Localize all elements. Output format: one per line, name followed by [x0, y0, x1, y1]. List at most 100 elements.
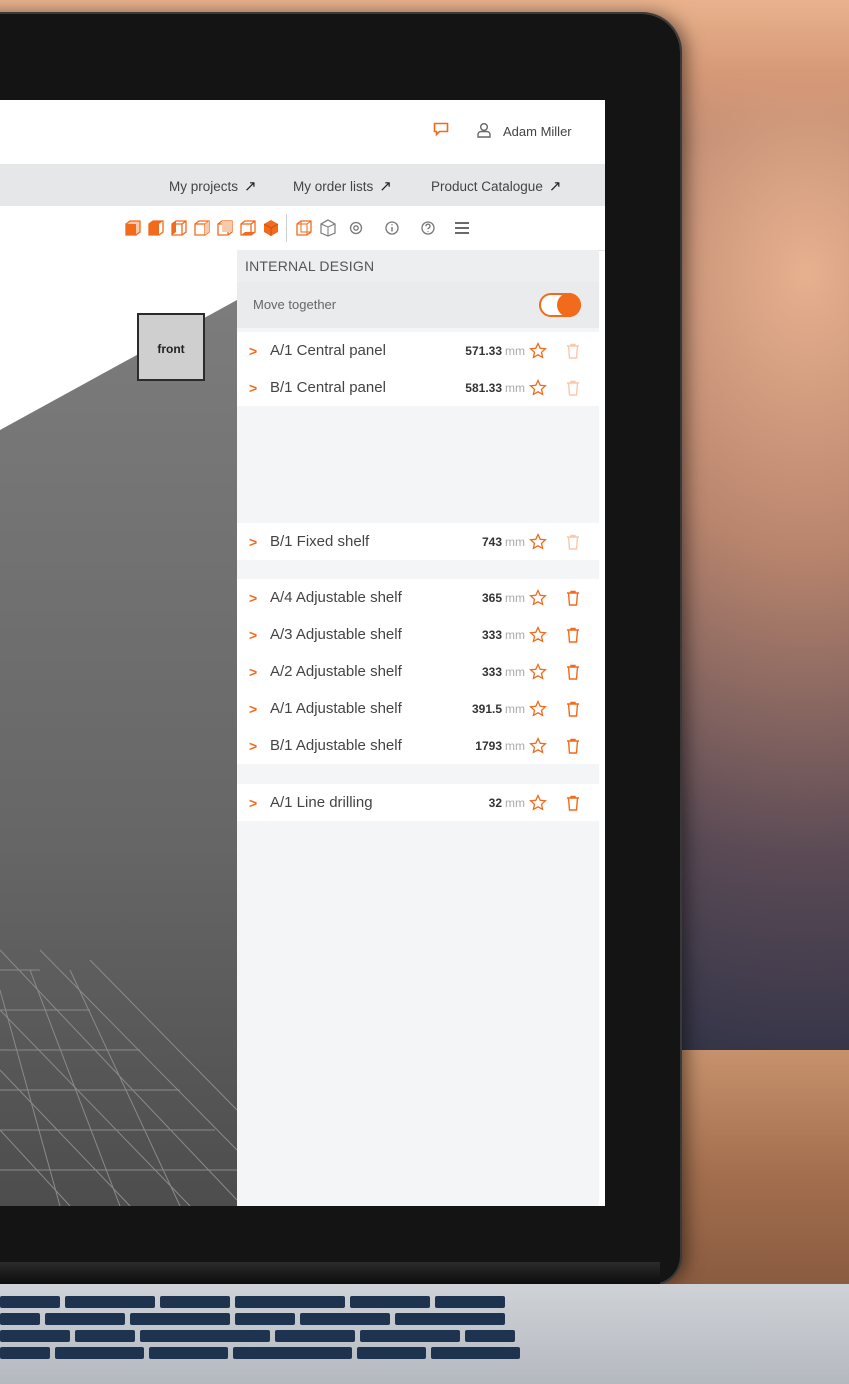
item-unit: mm: [505, 664, 525, 679]
external-link-icon: ↗: [548, 178, 562, 195]
item-value-number: 333: [481, 627, 502, 642]
wireframe-view-icon[interactable]: [294, 218, 314, 238]
trash-icon[interactable]: [566, 701, 580, 717]
trash-icon[interactable]: [566, 627, 580, 643]
move-together-label: Move together: [253, 297, 337, 312]
3d-scene: [0, 300, 237, 1206]
chevron-right-icon[interactable]: >: [249, 795, 257, 811]
user-icon[interactable]: [476, 122, 492, 138]
star-icon[interactable]: [529, 532, 547, 551]
item-value-number: 743: [481, 534, 502, 549]
item-group-adjustable-shelves: > A/4 Adjustable shelf 365 mm > A/3 Adjus…: [237, 579, 599, 764]
laptop-hinge: [0, 1262, 660, 1284]
list-item[interactable]: > A/4 Adjustable shelf 365 mm: [237, 579, 599, 616]
chevron-right-icon[interactable]: >: [249, 343, 257, 359]
list-item[interactable]: > A/2 Adjustable shelf 333 mm: [237, 653, 599, 690]
item-unit: mm: [505, 701, 525, 716]
item-value-number: 571.33: [465, 343, 502, 358]
star-icon[interactable]: [529, 736, 547, 755]
list-item[interactable]: > B/1 Adjustable shelf 1793 mm: [237, 727, 599, 764]
item-value-number: 1793: [475, 738, 502, 753]
move-together-row: Move together: [237, 282, 599, 328]
item-value-number: 581.33: [465, 380, 502, 395]
item-unit: mm: [505, 627, 525, 642]
nav-link-product-catalogue[interactable]: Product Catalogue ↗: [431, 177, 561, 195]
chevron-right-icon[interactable]: >: [249, 701, 257, 717]
item-unit: mm: [505, 343, 525, 358]
perspective-view-icon[interactable]: [318, 218, 338, 238]
item-value: 333 mm: [482, 665, 525, 679]
item-value: 32 mm: [489, 796, 525, 810]
item-name: A/1 Line drilling: [270, 794, 373, 811]
item-unit: mm: [505, 534, 525, 549]
chevron-right-icon[interactable]: >: [249, 627, 257, 643]
star-icon[interactable]: [529, 341, 547, 360]
item-name: A/3 Adjustable shelf: [270, 626, 402, 643]
list-item[interactable]: > B/1 Central panel 581.33 mm: [237, 369, 599, 406]
trash-icon: [567, 380, 579, 396]
trash-icon[interactable]: [566, 795, 580, 811]
cube-front-view-icon[interactable]: [123, 218, 143, 238]
star-icon[interactable]: [529, 699, 547, 718]
move-together-toggle[interactable]: [539, 293, 581, 317]
user-name[interactable]: Adam Miller: [503, 124, 572, 139]
item-name: A/2 Adjustable shelf: [270, 663, 402, 680]
view-toolbar: [0, 206, 605, 251]
nav-link-label: Product Catalogue: [431, 178, 543, 194]
cube-top-view-icon[interactable]: [146, 218, 166, 238]
list-item[interactable]: > A/1 Central panel 571.33 mm: [237, 332, 599, 369]
item-name: A/1 Adjustable shelf: [270, 700, 402, 717]
item-group-fixed-shelves: > B/1 Fixed shelf 743 mm: [237, 523, 599, 560]
item-value: 333 mm: [482, 628, 525, 642]
trash-icon[interactable]: [566, 590, 580, 606]
chat-icon[interactable]: [433, 122, 449, 136]
list-item[interactable]: > B/1 Fixed shelf 743 mm: [237, 523, 599, 560]
cube-right-view-icon[interactable]: [192, 218, 212, 238]
floor-plane: [0, 300, 237, 1206]
item-name: A/1 Central panel: [270, 342, 386, 359]
star-icon[interactable]: [529, 625, 547, 644]
menu-icon[interactable]: [452, 218, 472, 238]
front-view-label[interactable]: front: [137, 313, 205, 381]
star-icon[interactable]: [529, 662, 547, 681]
star-icon[interactable]: [529, 588, 547, 607]
item-name: B/1 Adjustable shelf: [270, 737, 402, 754]
chevron-right-icon[interactable]: >: [249, 664, 257, 680]
item-name: B/1 Fixed shelf: [270, 533, 370, 550]
app-screen: Adam Miller My projects ↗ My order lists…: [0, 100, 605, 1206]
star-icon[interactable]: [529, 378, 547, 397]
external-link-icon: ↗: [244, 178, 257, 195]
list-item[interactable]: > A/1 Adjustable shelf 391.5 mm: [237, 690, 599, 727]
nav-link-my-order-lists[interactable]: My order lists ↗: [293, 177, 392, 195]
internal-design-panel: INTERNAL DESIGN Move together > A/1 Cent…: [237, 250, 599, 1206]
item-group-central-panels: > A/1 Central panel 571.33 mm > B/1 Centr…: [237, 332, 599, 406]
chevron-right-icon[interactable]: >: [249, 534, 257, 550]
cube-back-view-icon[interactable]: [215, 218, 235, 238]
cube-solid-view-icon[interactable]: [261, 218, 281, 238]
item-value-number: 32: [488, 795, 502, 810]
nav-link-my-projects[interactable]: My projects ↗: [169, 177, 257, 195]
item-unit: mm: [505, 380, 525, 395]
3d-viewport[interactable]: front: [0, 250, 237, 1206]
chevron-right-icon[interactable]: >: [249, 380, 257, 396]
toggle-knob: [557, 293, 581, 317]
info-icon[interactable]: [382, 218, 402, 238]
item-unit: mm: [505, 738, 525, 753]
trash-icon[interactable]: [566, 738, 580, 754]
star-icon[interactable]: [529, 793, 547, 812]
chevron-right-icon[interactable]: >: [249, 590, 257, 606]
item-value: 365 mm: [482, 591, 525, 605]
list-item[interactable]: > A/3 Adjustable shelf 333 mm: [237, 616, 599, 653]
item-unit: mm: [505, 795, 525, 810]
toolbar-divider: [286, 214, 287, 242]
cube-bottom-view-icon[interactable]: [238, 218, 258, 238]
laptop-keyboard: [0, 1296, 520, 1366]
item-name: A/4 Adjustable shelf: [270, 589, 402, 606]
trash-icon[interactable]: [566, 664, 580, 680]
chevron-right-icon[interactable]: >: [249, 738, 257, 754]
settings-icon[interactable]: [346, 218, 366, 238]
top-bar: Adam Miller: [0, 100, 605, 164]
cube-left-view-icon[interactable]: [169, 218, 189, 238]
help-icon[interactable]: [418, 218, 438, 238]
list-item[interactable]: > A/1 Line drilling 32 mm: [237, 784, 599, 821]
